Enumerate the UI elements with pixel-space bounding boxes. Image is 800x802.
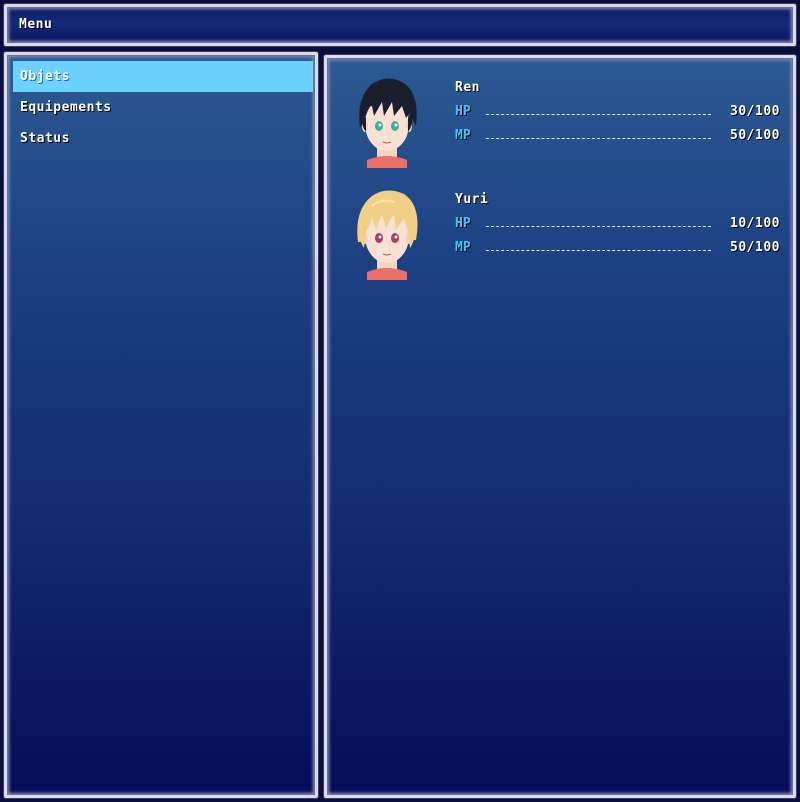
mp-value: 50/100: [730, 240, 780, 255]
mp-label: MP: [455, 128, 471, 143]
hp-leader-line: [486, 226, 711, 227]
hp-leader-line: [486, 114, 711, 115]
command-window: Objets Equipements Status: [4, 52, 318, 798]
mp-row: MP 50/100: [455, 128, 780, 148]
hp-row: HP 30/100: [455, 104, 780, 124]
mp-leader-line: [486, 250, 711, 251]
command-equipements[interactable]: Equipements: [13, 92, 313, 123]
mp-row: MP 50/100: [455, 240, 780, 260]
mp-value: 50/100: [730, 128, 780, 143]
party-member-yuri[interactable]: Yuri HP 10/100 MP 50/100: [342, 180, 782, 280]
title-window: Menu: [4, 4, 796, 46]
hp-label: HP: [455, 104, 471, 119]
command-status[interactable]: Status: [13, 123, 313, 154]
hp-label: HP: [455, 216, 471, 231]
actor-name: Yuri: [455, 192, 489, 207]
yuri-face-portrait: [357, 190, 418, 280]
command-list: Objets Equipements Status: [13, 61, 313, 154]
hp-value: 10/100: [730, 216, 780, 231]
hp-value: 30/100: [730, 104, 780, 119]
command-objets[interactable]: Objets: [13, 61, 313, 92]
ren-face-portrait: [359, 78, 417, 168]
actor-name: Ren: [455, 80, 480, 95]
mp-label: MP: [455, 240, 471, 255]
hp-row: HP 10/100: [455, 216, 780, 236]
party-status-window: Ren HP 30/100 MP 50/100 Yuri HP 10/100 M…: [324, 55, 796, 798]
menu-title: Menu: [19, 17, 53, 32]
party-member-ren[interactable]: Ren HP 30/100 MP 50/100: [342, 68, 782, 168]
mp-leader-line: [486, 138, 711, 139]
